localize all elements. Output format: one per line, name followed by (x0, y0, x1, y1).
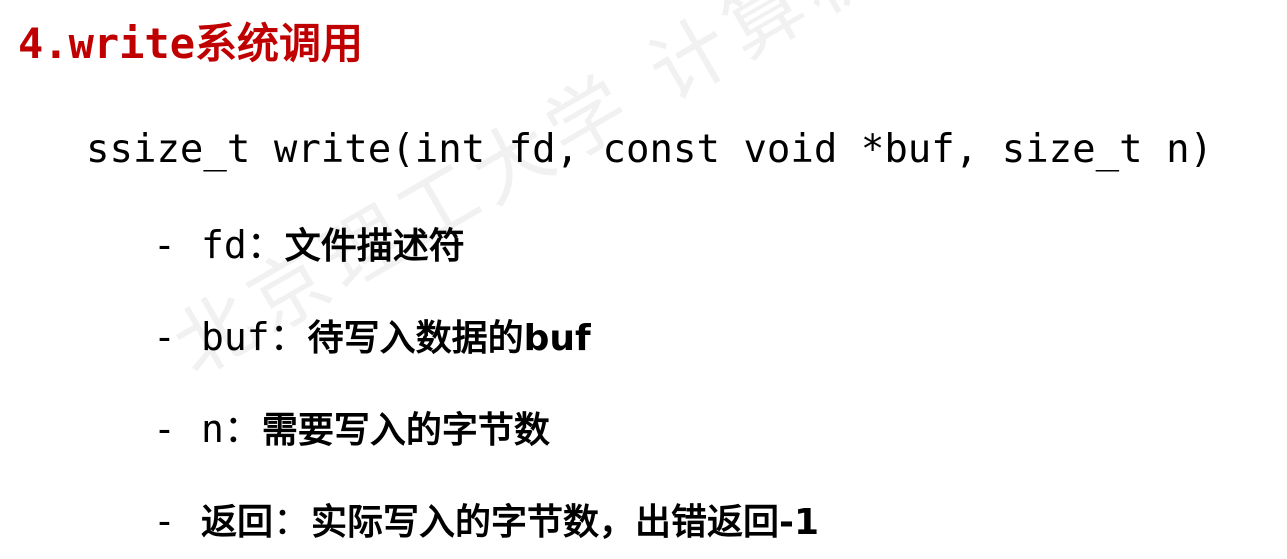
param-description: 待写入数据的buf (307, 318, 591, 359)
param-name: 返回 (201, 502, 274, 543)
param-item-return: - 返回：实际写入的字节数，出错返回-1 (153, 494, 819, 550)
param-description: 需要写入的字节数 (261, 410, 550, 451)
param-item-fd: - fd：文件描述符 (153, 218, 465, 274)
bullet-dash: - (153, 315, 176, 359)
param-item-buf: - buf：待写入数据的buf (153, 310, 591, 366)
bullet-dash: - (153, 499, 176, 543)
param-separator: ： (273, 499, 312, 543)
bullet-dash: - (153, 407, 176, 451)
param-description: 文件描述符 (284, 226, 465, 267)
param-name: fd (201, 223, 247, 267)
param-separator: ： (269, 315, 308, 359)
param-name: n (201, 407, 224, 451)
bullet-dash: - (153, 223, 176, 267)
slide: 北京理工大学 计算机系统 高 4.write系统调用 ssize_t write… (0, 0, 1287, 559)
page-title: 4.write系统调用 (18, 19, 364, 68)
param-name: buf (201, 315, 270, 359)
param-description: 实际写入的字节数，出错返回-1 (311, 502, 820, 543)
function-signature: ssize_t write(int fd, const void *buf, s… (86, 127, 1214, 172)
param-item-n: - n：需要写入的字节数 (153, 402, 550, 458)
param-separator: ： (246, 223, 285, 267)
param-separator: ： (223, 407, 262, 451)
